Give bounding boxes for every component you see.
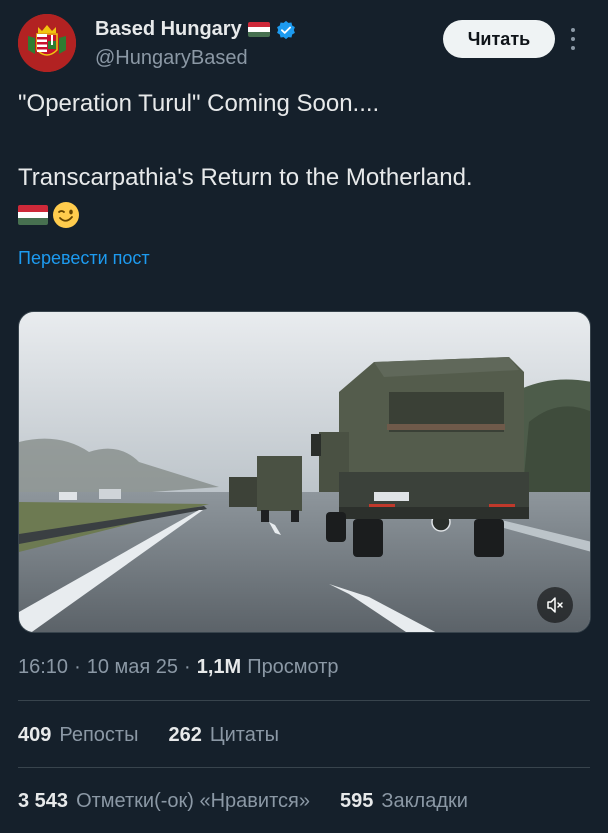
quotes-label[interactable]: Цитаты xyxy=(210,724,279,747)
views-count: 1,1M xyxy=(196,656,242,678)
speaker-muted-icon xyxy=(547,597,563,613)
meta-separator: · xyxy=(184,656,191,678)
winking-face-icon xyxy=(53,202,79,228)
tweet-emoji-line xyxy=(18,201,80,229)
quotes-count[interactable]: 262 xyxy=(168,724,201,747)
mute-toggle-button[interactable] xyxy=(537,587,573,623)
bookmarks-label[interactable]: Закладки xyxy=(381,790,468,813)
hungarian-flag-icon xyxy=(247,22,270,37)
tweet-time[interactable]: 16:10 xyxy=(18,656,68,679)
video-media[interactable] xyxy=(18,311,591,633)
tweet-text-line-1: "Operation Turul" Coming Soon.... xyxy=(18,90,380,117)
tweet-header: Based Hungary @HungaryBased Читать xyxy=(0,0,608,90)
divider xyxy=(18,767,590,768)
meta-separator: · xyxy=(74,656,81,678)
views-label: Просмотр xyxy=(247,656,339,678)
name-row: Based Hungary xyxy=(95,18,296,41)
avatar[interactable] xyxy=(18,14,76,72)
more-options-icon[interactable] xyxy=(566,26,580,52)
likes-label[interactable]: Отметки(-ок) «Нравится» xyxy=(76,790,310,813)
display-name[interactable]: Based Hungary xyxy=(95,18,242,41)
repost-quote-stats: 409 Репосты 262 Цитаты xyxy=(18,724,279,747)
hungarian-coat-of-arms-icon xyxy=(18,14,76,72)
reposts-count[interactable]: 409 xyxy=(18,724,51,747)
translate-post-link[interactable]: Перевести пост xyxy=(18,248,150,269)
likes-bookmarks-stats: 3 543 Отметки(-ок) «Нравится» 595 Заклад… xyxy=(18,790,468,813)
tweet-meta: 16:10 · 10 мая 25 · 1,1M Просмотр xyxy=(18,656,339,679)
divider xyxy=(18,700,590,701)
bookmarks-count[interactable]: 595 xyxy=(340,790,373,813)
tweet-text-line-2: Transcarpathia's Return to the Motherlan… xyxy=(18,164,473,191)
hungarian-flag-icon xyxy=(18,205,48,225)
verified-badge-icon xyxy=(276,20,295,39)
military-trucks-video-frame xyxy=(19,312,590,632)
tweet-date[interactable]: 10 мая 25 xyxy=(87,656,178,679)
likes-count[interactable]: 3 543 xyxy=(18,790,68,813)
reposts-label[interactable]: Репосты xyxy=(59,724,138,747)
handle[interactable]: @HungaryBased xyxy=(95,47,248,70)
follow-button[interactable]: Читать xyxy=(443,20,555,58)
